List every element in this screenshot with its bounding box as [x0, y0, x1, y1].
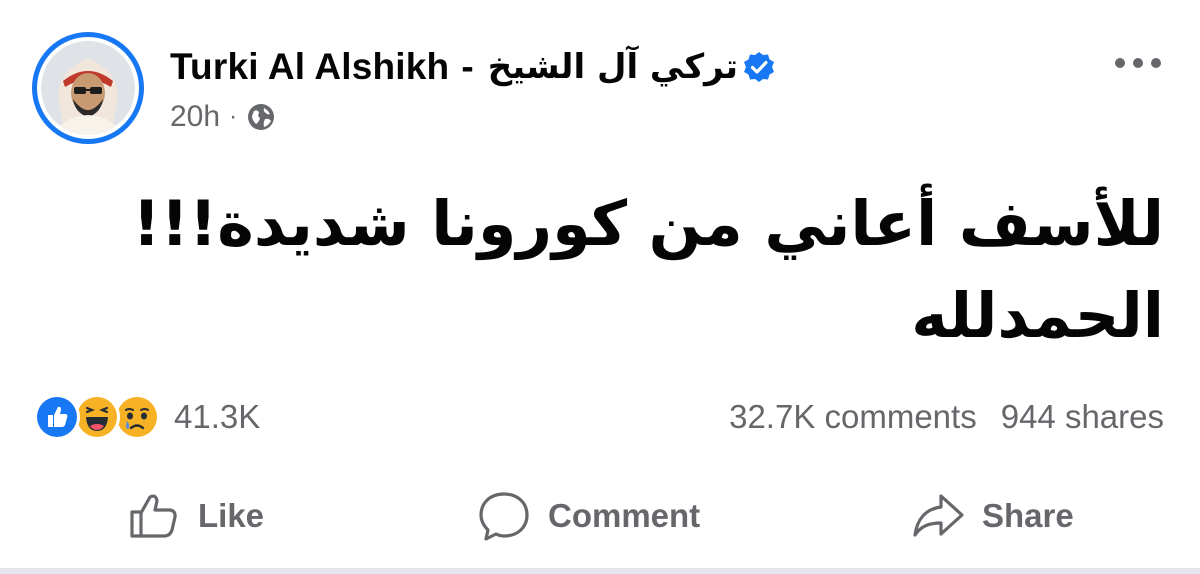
more-options-icon[interactable]: [1108, 48, 1168, 78]
bottom-divider: [0, 568, 1200, 574]
meta-separator-dot: ·: [229, 103, 238, 130]
author-name-separator: -: [461, 46, 474, 87]
action-bar: Like Comment Share: [0, 478, 1200, 554]
like-button[interactable]: Like: [126, 478, 264, 554]
share-button[interactable]: Share: [910, 478, 1074, 554]
sad-reaction-icon: [114, 394, 160, 440]
reaction-icons: [34, 394, 164, 440]
globe-icon[interactable]: [246, 102, 276, 132]
reaction-count[interactable]: 41.3K: [174, 398, 260, 436]
post-meta: 20h ·: [170, 96, 276, 138]
haha-reaction-icon: [74, 394, 120, 440]
like-reaction-icon: [34, 394, 80, 440]
like-label: Like: [198, 497, 265, 534]
thumbs-up-icon: [126, 488, 182, 544]
shares-count[interactable]: 944 shares: [1001, 398, 1164, 436]
share-arrow-icon: [910, 488, 966, 544]
engagement-stats: 32.7K comments 944 shares: [729, 394, 1164, 440]
comment-label: Comment: [548, 497, 701, 534]
post-text-line-2: الحمدلله: [911, 279, 1164, 352]
profile-avatar-image: [41, 41, 135, 135]
verified-badge-icon: [742, 50, 776, 84]
comment-bubble-icon: [476, 488, 532, 544]
author-line: Turki Al Alshikh - تركي آل الشيخ: [170, 42, 776, 92]
post-text: للأسف أعاني من كورونا شديدة!!! الحمدلله: [34, 178, 1164, 362]
author-name[interactable]: Turki Al Alshikh: [170, 46, 449, 88]
facebook-post: Turki Al Alshikh - تركي آل الشيخ 20h · ل…: [0, 0, 1200, 574]
share-label: Share: [982, 497, 1074, 534]
author-name-arabic[interactable]: تركي آل الشيخ: [488, 47, 738, 87]
reaction-summary[interactable]: 41.3K: [34, 394, 260, 440]
post-timestamp[interactable]: 20h: [170, 100, 220, 134]
comments-count[interactable]: 32.7K comments: [729, 398, 977, 436]
avatar[interactable]: [32, 32, 144, 144]
comment-button[interactable]: Comment: [476, 478, 700, 554]
post-text-line-1: للأسف أعاني من كورونا شديدة!!!: [132, 187, 1164, 260]
